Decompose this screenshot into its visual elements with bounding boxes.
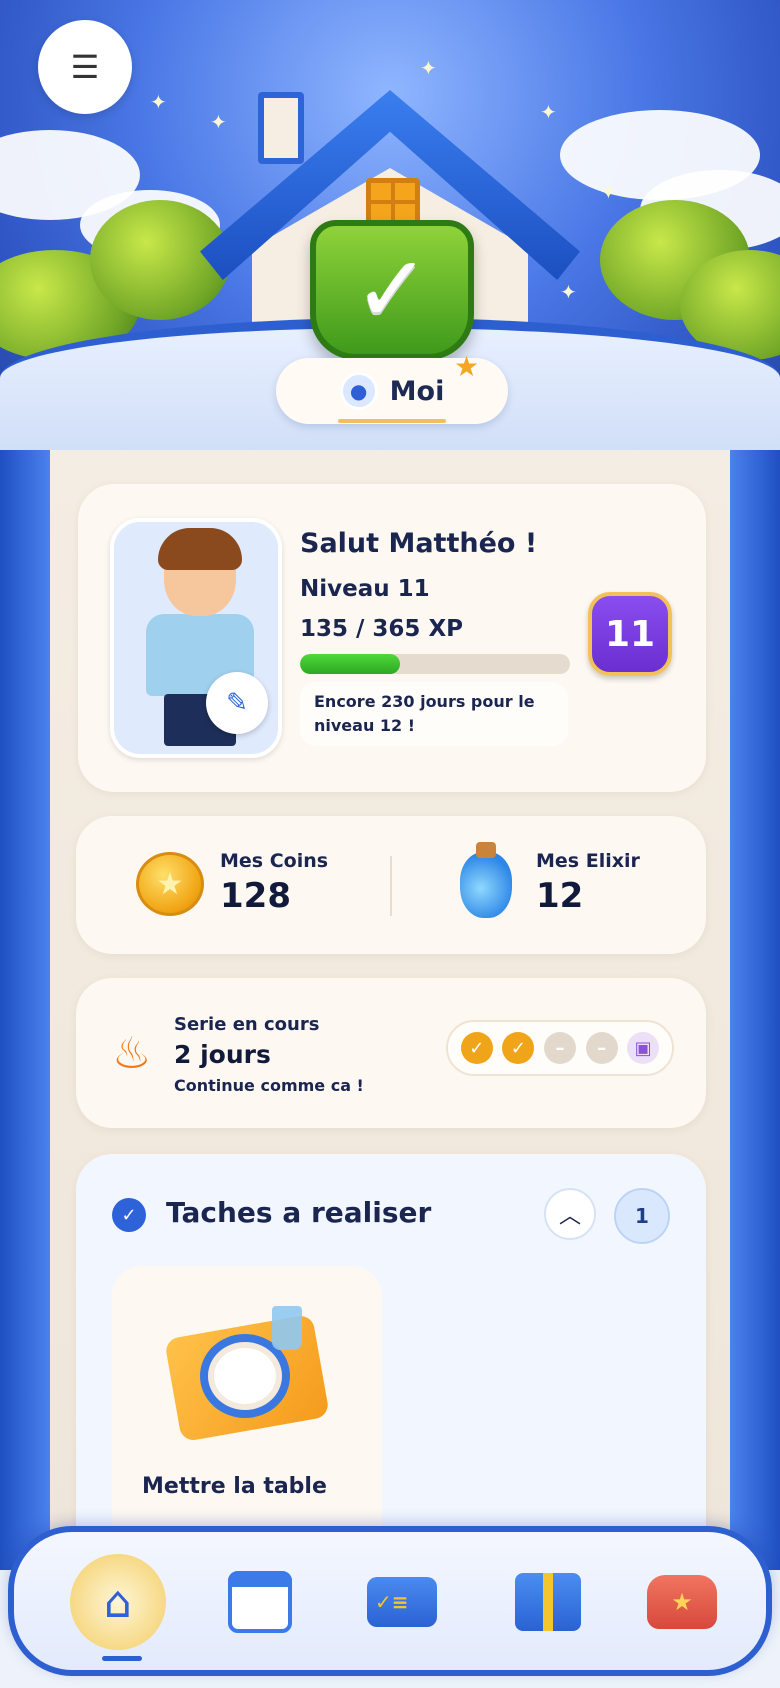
tab-active-indicator [338,419,446,423]
task-name: Mettre la table [142,1474,327,1499]
tasks-title: Taches a realiser [166,1196,432,1229]
home-icon: ⌂ [104,1576,132,1628]
coin-icon: ★ [136,852,204,916]
elixir-potion-icon [460,842,512,918]
nav-active-indicator [102,1656,142,1661]
nav-home[interactable]: ⌂ [70,1554,166,1650]
wallet-card: ★ Mes Coins 128 Mes Elixir 12 [76,816,706,954]
pencil-icon: ✎ [226,688,248,718]
backpack-icon: ★ [647,1575,717,1629]
xp-label: 135 / 365 XP [300,616,464,642]
streak-day-4: – [585,1032,618,1064]
streak-day-5-gift-icon: ▣ [627,1032,660,1064]
nav-rewards[interactable] [504,1558,592,1646]
streak-tracker: ✓ ✓ – – ▣ [446,1020,674,1076]
star-icon: ★ [454,350,480,383]
chevron-up-icon: ︿ [558,1204,581,1229]
avatar[interactable]: ✎ [110,518,282,758]
checkmark-shield-icon: ✓ [310,220,474,360]
xp-progress-fill [300,654,400,674]
frame-left-pillar [0,450,50,1570]
frame-right-pillar [730,450,780,1570]
tasks-count-badge: 1 [614,1188,670,1244]
flame-icon: ♨ [112,1028,152,1079]
greeting: Salut Matthéo ! [300,528,538,559]
streak-day-3: – [543,1032,576,1064]
streak-message: Continue comme ca ! [174,1076,364,1095]
calendar-icon [228,1571,292,1633]
level-label: Niveau 11 [300,576,430,602]
streak-card: ♨ Serie en cours 2 jours Continue comme … [76,978,706,1128]
tab-label: Moi [389,375,445,407]
next-level-note: Encore 230 jours pour le niveau 12 ! [300,682,568,746]
streak-day-2: ✓ [502,1032,535,1064]
collapse-button[interactable]: ︿ [544,1188,596,1240]
level-badge: 11 [588,592,672,676]
streak-days: 2 jours [174,1040,271,1069]
hamburger-icon: ☰ [70,48,100,86]
user-icon: ● [339,372,378,410]
glass-image [272,1306,302,1350]
wallet-divider [390,856,392,916]
task-list-icon: ✓≡ [367,1577,437,1627]
streak-day-1: ✓ [460,1032,493,1064]
edit-avatar-button[interactable]: ✎ [206,672,268,734]
coins-label: Mes Coins [220,850,329,872]
gift-icon [515,1573,581,1631]
elixir-label: Mes Elixir [536,850,640,872]
coins-value: 128 [220,876,291,916]
xp-progress-bar [300,654,570,674]
nav-tasks[interactable]: ✓≡ [358,1558,446,1646]
tasks-card: ✓ Taches a realiser ︿ 1 Mettre la table [76,1154,706,1566]
task-card[interactable]: Mettre la table [112,1266,382,1566]
profile-card: ✎ Salut Matthéo ! Niveau 11 135 / 365 XP… [78,484,706,792]
bottom-navigation: ⌂ ✓≡ ★ [8,1526,772,1676]
streak-title: Serie en cours [174,1014,320,1035]
menu-button[interactable]: ☰ [38,20,132,114]
check-badge-icon: ✓ [112,1198,146,1232]
nav-calendar[interactable] [216,1558,304,1646]
nav-inventory[interactable]: ★ [638,1558,726,1646]
elixir-value: 12 [536,876,584,916]
